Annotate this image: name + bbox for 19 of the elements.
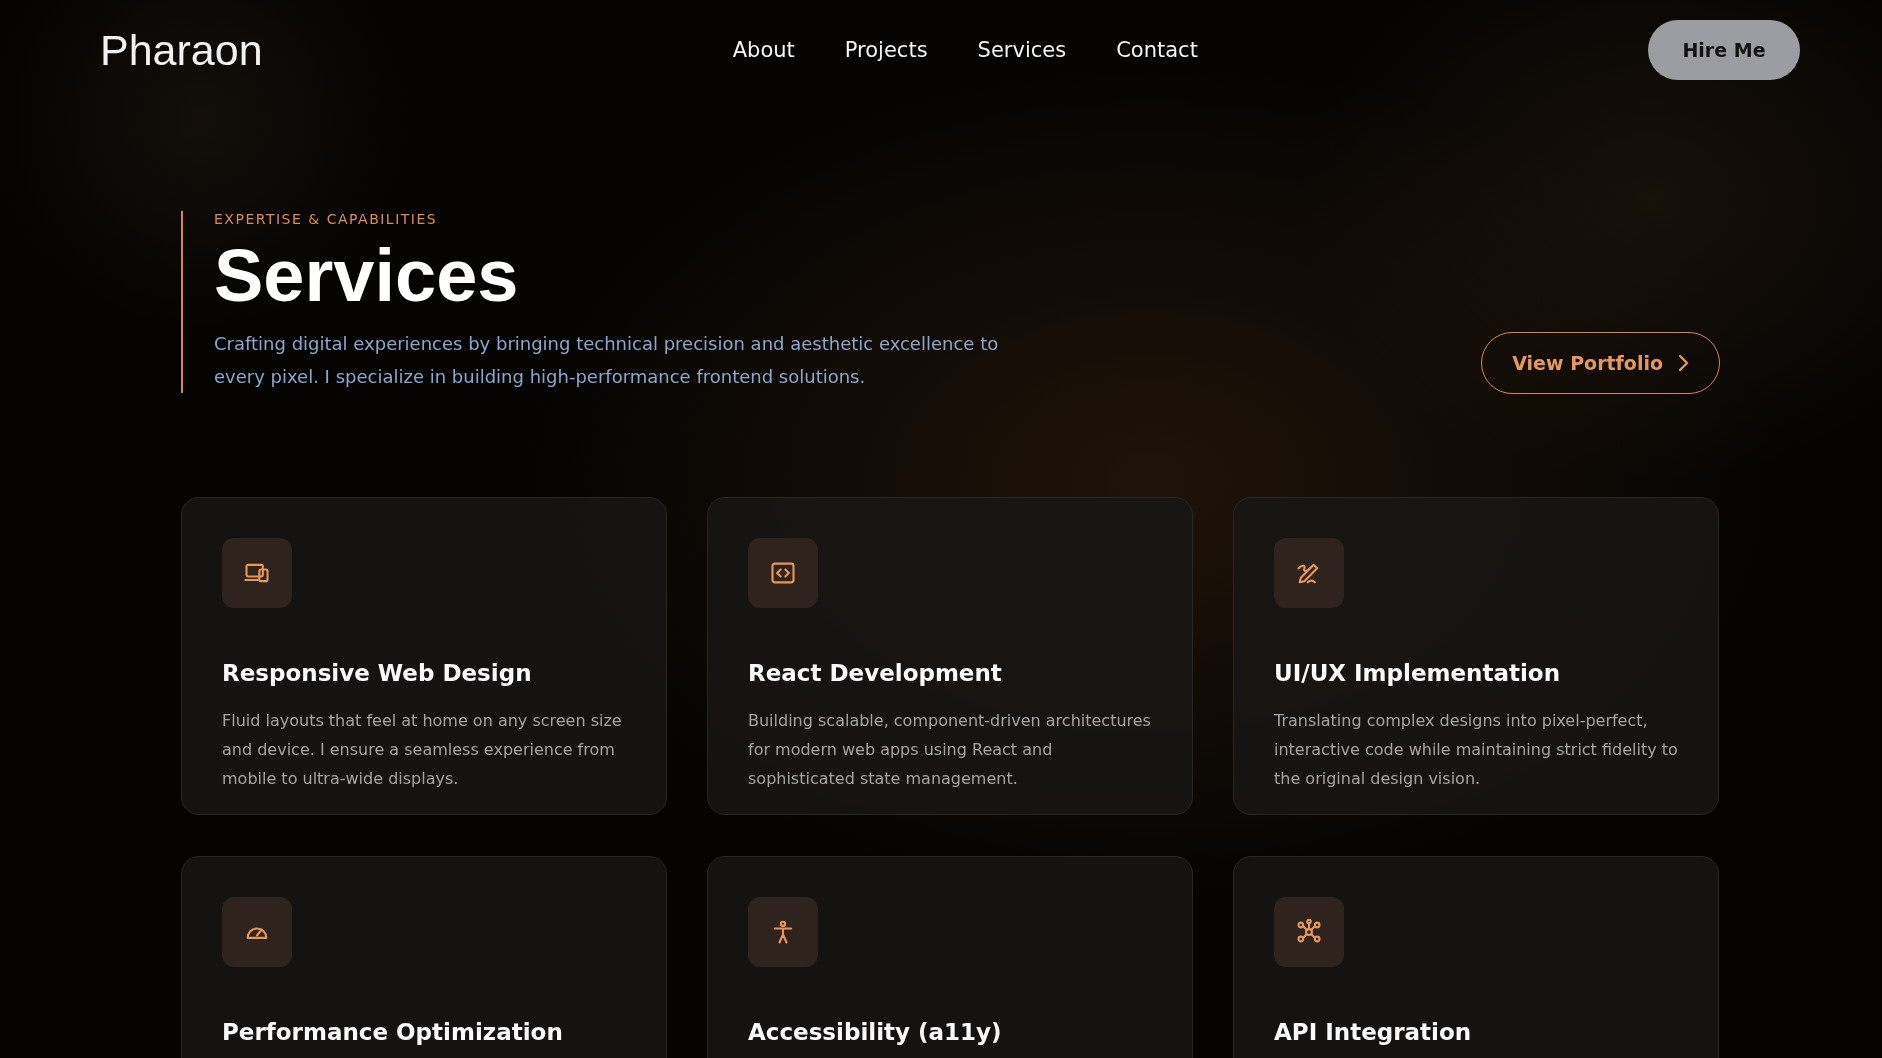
card-description: Building scalable, component-driven architectures for modern web apps using React and sophisticated state management. bbox=[748, 710, 1152, 790]
section-description: Crafting digital experiences by bringing technical precision and aesthetic excellence to every pixel. I specialize in building high-performance frontend solutions. bbox=[214, 331, 1000, 389]
card-description: Fluid layouts that feel at home on any screen size and device. I ensure a seamless experience from mobile to ultra-wide displays. bbox=[222, 710, 623, 790]
card-title: Responsive Web Design bbox=[222, 660, 533, 686]
logo[interactable]: Pharaon bbox=[100, 25, 263, 75]
nav-link[interactable]: Services bbox=[977, 38, 1067, 62]
page-title: Services bbox=[214, 235, 520, 317]
section-eyebrow: EXPERTISE & CAPABILITIES bbox=[214, 211, 439, 228]
nav-link[interactable]: Projects bbox=[844, 38, 928, 62]
hire-button[interactable]: Hire Me bbox=[1648, 20, 1800, 80]
card-title: Performance Optimization bbox=[222, 1019, 564, 1045]
card-title: API Integration bbox=[1274, 1019, 1473, 1045]
card-title: UI/UX Implementation bbox=[1274, 660, 1562, 686]
card-title: React Development bbox=[748, 660, 1003, 686]
nav-link[interactable]: About bbox=[732, 38, 795, 62]
card-description: Translating complex designs into pixel-perfect, interactive code while maintaining strict fidelity to the original design vision. bbox=[1274, 710, 1678, 790]
nav-link[interactable]: Contact bbox=[1116, 38, 1198, 62]
chevron-icon bbox=[1677, 354, 1689, 372]
card-title: Accessibility (a11y) bbox=[748, 1019, 1003, 1045]
